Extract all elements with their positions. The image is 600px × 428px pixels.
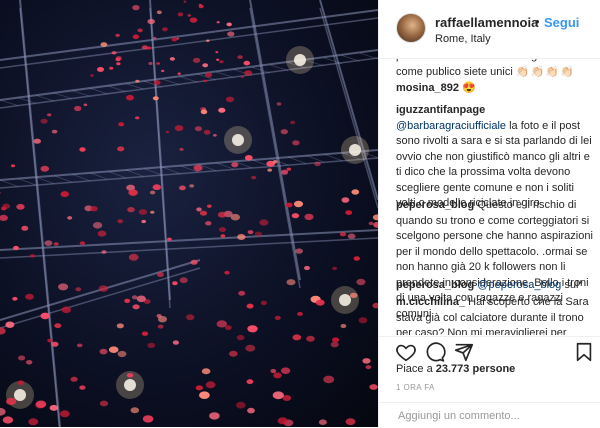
comment-username[interactable]: iguzzantifanpage	[396, 104, 485, 116]
post-timestamp[interactable]: 1 ORA FA	[396, 383, 435, 392]
post-sidebar: raffaellamennoia • Segui Rome, Italy pia…	[378, 0, 600, 427]
location-link[interactable]: Rome, Italy	[435, 33, 491, 45]
follow-button[interactable]: Segui	[544, 15, 579, 30]
comment-item: peperosa_blog @peperosa_blog sul*	[396, 278, 596, 294]
comment-mention[interactable]: @barbaragraciufficiale	[396, 120, 506, 132]
bookmark-icon[interactable]	[573, 341, 595, 363]
likes-number: 23.773	[435, 363, 470, 375]
comment-item: iguzzantifanpage @barbaragraciufficiale …	[396, 103, 596, 212]
comment-username[interactable]: peperosa_blog	[396, 279, 474, 291]
action-bar	[379, 336, 600, 365]
comment-username[interactable]: peperosa_blog	[396, 199, 474, 211]
post-photo[interactable]	[0, 0, 378, 427]
comment-item: piacerebbe trascorrere una giornata come…	[396, 59, 596, 80]
add-comment-bar	[379, 402, 600, 428]
comment-icon[interactable]	[424, 341, 446, 363]
comment-input[interactable]	[396, 409, 590, 423]
comment-mention[interactable]: @peperosa_blog	[477, 279, 561, 291]
separator-dot: •	[535, 14, 540, 29]
username-link[interactable]: raffaellamennoia	[435, 15, 538, 30]
comments-list[interactable]: piacerebbe trascorrere una giornata come…	[379, 59, 600, 335]
likes-prefix: Piace a	[396, 363, 433, 375]
avatar[interactable]	[396, 13, 426, 43]
comment-emoji: 👏🏻👏🏻👏🏻👏🏻	[515, 65, 575, 78]
concert-confetti-image	[0, 0, 378, 427]
comment-item: m.cicchilina_ Hai scoperto che la Sara s…	[396, 295, 596, 335]
comment-username[interactable]: m.cicchilina_	[396, 296, 465, 308]
comment-item: mosina_892 😍	[396, 81, 596, 97]
comment-username[interactable]: mosina_892	[396, 82, 459, 94]
heart-icon[interactable]	[395, 341, 417, 363]
post-header: raffaellamennoia • Segui Rome, Italy	[379, 0, 600, 59]
share-icon[interactable]	[453, 341, 475, 363]
comment-emoji: 😍	[462, 82, 476, 94]
likes-suffix: persone	[472, 363, 516, 375]
comment-text: sul*	[564, 279, 583, 291]
likes-count[interactable]: Piace a 23.773 persone	[396, 363, 515, 375]
comment-text: la foto e il post sono rivolti a sara e …	[396, 119, 592, 210]
